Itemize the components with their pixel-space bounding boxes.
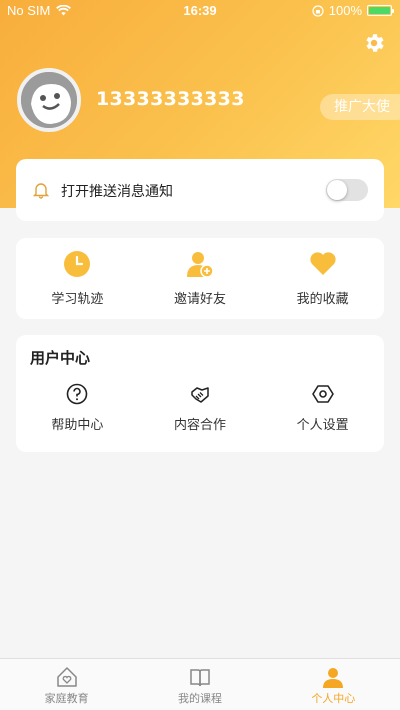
heart-icon	[310, 252, 336, 275]
tab-my-courses[interactable]: 我的课程	[133, 659, 266, 710]
invite-friends-button[interactable]: 邀请好友	[139, 238, 262, 319]
learning-track-button[interactable]: 学习轨迹	[16, 238, 139, 319]
default-avatar-icon	[21, 72, 77, 128]
tab-label: 个人中心	[311, 692, 356, 705]
my-favorites-button[interactable]: 我的收藏	[261, 238, 384, 319]
quick-label: 我的收藏	[296, 292, 349, 307]
content-cooperation-button[interactable]: 内容合作	[139, 381, 262, 433]
toggle-knob	[327, 180, 347, 200]
help-center-button[interactable]: 帮助中心	[16, 381, 139, 433]
handshake-icon	[191, 387, 209, 403]
center-item-label: 帮助中心	[51, 418, 104, 433]
quick-actions: 学习轨迹 邀请好友 我的收藏	[16, 238, 384, 319]
center-item-label: 个人设置	[296, 418, 349, 433]
orientation-lock-icon	[312, 4, 324, 17]
settings-gear-icon[interactable]	[362, 31, 386, 55]
tab-personal-center[interactable]: 个人中心	[267, 659, 400, 710]
tab-label: 家庭教育	[44, 692, 89, 705]
battery-icon	[367, 5, 394, 16]
user-center-card: 用户中心 帮助中心 内容合作 个人设置	[16, 335, 384, 452]
section-title: 用户中心	[30, 349, 91, 367]
battery-percent: 100%	[328, 3, 362, 18]
home-heart-icon	[56, 667, 77, 687]
hexagon-settings-icon	[311, 385, 334, 403]
status-bar: No SIM 16:39 100%	[0, 0, 400, 22]
center-item-label: 内容合作	[174, 418, 227, 433]
notification-label: 打开推送消息通知	[61, 184, 173, 200]
quick-label: 邀请好友	[174, 292, 227, 307]
bell-icon	[32, 183, 50, 199]
add-user-icon	[187, 252, 214, 278]
book-icon	[190, 669, 210, 687]
quick-label: 学习轨迹	[51, 292, 104, 307]
user-phone: 13333333333	[96, 88, 245, 110]
personal-settings-button[interactable]: 个人设置	[261, 381, 384, 433]
tab-bar: 家庭教育 我的课程 个人中心	[0, 658, 400, 710]
question-icon	[67, 383, 88, 405]
person-icon	[323, 668, 344, 688]
tab-label: 我的课程	[177, 692, 222, 705]
notification-toggle[interactable]	[326, 179, 368, 201]
avatar[interactable]	[17, 68, 81, 132]
notification-card: 打开推送消息通知	[16, 159, 384, 221]
ambassador-button[interactable]: 推广大使	[320, 94, 400, 120]
tab-family-education[interactable]: 家庭教育	[0, 659, 133, 710]
clock-icon	[64, 251, 91, 277]
